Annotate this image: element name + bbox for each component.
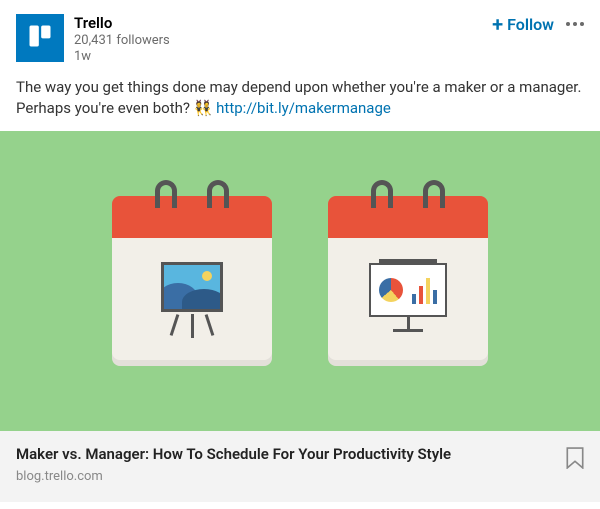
link-card-text: Maker vs. Manager: How To Schedule For Y… [16,445,451,484]
calendar-maker-icon [112,196,272,366]
follow-label: Follow [507,15,554,34]
header-actions: + Follow [492,14,584,34]
plus-icon: + [492,14,503,34]
follower-count: 20,431 followers [74,33,492,49]
calendar-manager-icon [328,196,488,366]
post-time: 1w [74,49,492,65]
link-card-source: blog.trello.com [16,469,451,484]
post-header: Trello 20,431 followers 1w + Follow [0,0,600,73]
presentation-chart-icon [368,263,448,341]
dot-icon [580,22,584,26]
author-name[interactable]: Trello [74,14,492,33]
link-card-title: Maker vs. Manager: How To Schedule For Y… [16,445,451,463]
author-meta: Trello 20,431 followers 1w [74,14,492,65]
more-options-button[interactable] [566,18,584,30]
author-avatar[interactable] [16,14,64,62]
bookmark-icon [566,454,584,473]
easel-painting-icon [157,262,227,342]
bookmark-button[interactable] [566,447,584,473]
follow-button[interactable]: + Follow [492,14,554,34]
post-image[interactable] [0,131,600,431]
post-body: The way you get things done may depend u… [0,73,600,131]
dot-icon [573,22,577,26]
link-card-footer[interactable]: Maker vs. Manager: How To Schedule For Y… [0,431,600,502]
post-link[interactable]: http://bit.ly/makermanage [216,99,391,117]
feed-post: Trello 20,431 followers 1w + Follow The … [0,0,600,502]
trello-logo-icon [26,22,54,54]
dancers-emoji-icon: 👯 [194,99,213,117]
dot-icon [566,22,570,26]
